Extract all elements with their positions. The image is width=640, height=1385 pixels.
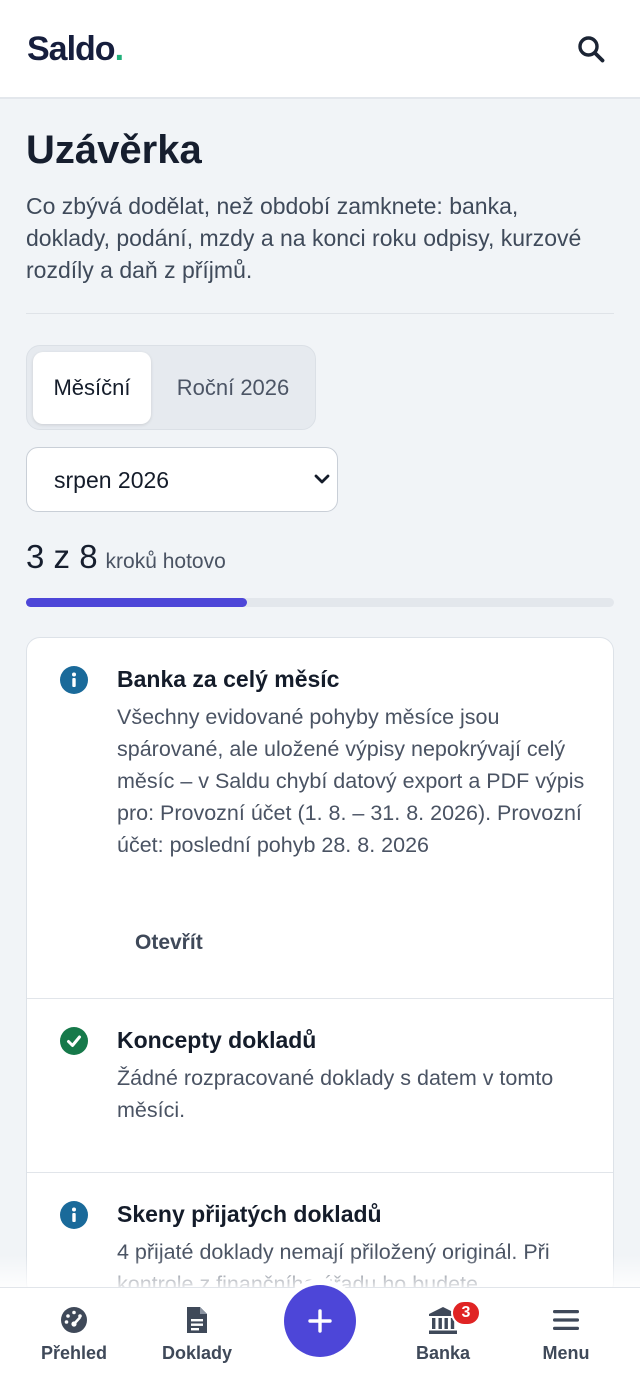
section-divider xyxy=(26,313,614,314)
nav-overview[interactable]: Přehled xyxy=(10,1288,138,1385)
app-header: Saldo. xyxy=(0,0,640,99)
bank-notification-badge: 3 xyxy=(451,1300,481,1326)
period-select-value: srpen 2026 xyxy=(54,467,170,493)
chevron-down-icon xyxy=(314,474,330,484)
page-title: Uzávěrka xyxy=(26,128,202,172)
document-icon xyxy=(181,1304,213,1336)
period-select[interactable]: srpen 2026 xyxy=(26,447,338,512)
info-icon xyxy=(60,1201,88,1229)
checklist-item-title: Koncepty dokladů xyxy=(117,1027,317,1053)
checklist-item-title: Skeny přijatých dokladů xyxy=(117,1201,382,1227)
tab-yearly[interactable]: Roční 2026 xyxy=(157,352,309,424)
open-button[interactable]: Otevřít xyxy=(135,931,203,955)
checklist-item: Banka za celý měsíc Všechny evidované po… xyxy=(27,638,613,999)
checklist-item-text: Žádné rozpracované doklady s datem v tom… xyxy=(117,1066,554,1122)
add-button[interactable] xyxy=(284,1285,356,1357)
nav-menu-label: Menu xyxy=(542,1343,590,1363)
nav-overview-label: Přehled xyxy=(40,1343,108,1363)
check-circle-icon xyxy=(60,1027,88,1055)
logo-text: Saldo xyxy=(27,30,116,68)
nav-documents-label: Doklady xyxy=(161,1343,233,1363)
logo-dot: . xyxy=(114,30,125,68)
nav-bank-label: Banka xyxy=(415,1343,471,1363)
progress-count: 3 z 8 xyxy=(26,538,98,575)
scroll-fade xyxy=(0,1255,640,1287)
nav-documents[interactable]: Doklady xyxy=(133,1288,261,1385)
plus-icon xyxy=(308,1309,332,1333)
checklist-item-text: Všechny evidované pohyby měsíce jsou spá… xyxy=(117,705,585,857)
search-button[interactable] xyxy=(572,30,610,68)
progress-label: kroků hotovo xyxy=(105,550,226,573)
progress-bar-fill xyxy=(26,598,247,607)
tab-monthly[interactable]: Měsíční xyxy=(33,352,151,424)
search-icon xyxy=(578,36,605,63)
checklist-item: Koncepty dokladů Žádné rozpracované dokl… xyxy=(27,999,613,1173)
dashboard-gauge-icon xyxy=(58,1304,90,1336)
checklist-card: Banka za celý měsíc Všechny evidované po… xyxy=(26,637,614,1297)
progress-summary: 3 z 8 kroků hotovo xyxy=(26,538,226,576)
hamburger-menu-icon xyxy=(550,1304,582,1336)
nav-bank[interactable]: Banka xyxy=(379,1288,507,1385)
info-icon xyxy=(60,666,88,694)
page-description: Co zbývá dodělat, než období zamknete: b… xyxy=(26,193,582,283)
nav-menu[interactable]: Menu xyxy=(502,1288,630,1385)
saldo-logo[interactable]: Saldo. xyxy=(27,30,125,69)
progress-bar xyxy=(26,598,614,607)
period-type-tabs: Měsíční Roční 2026 xyxy=(26,345,316,430)
checklist-item-title: Banka za celý měsíc xyxy=(117,666,340,692)
